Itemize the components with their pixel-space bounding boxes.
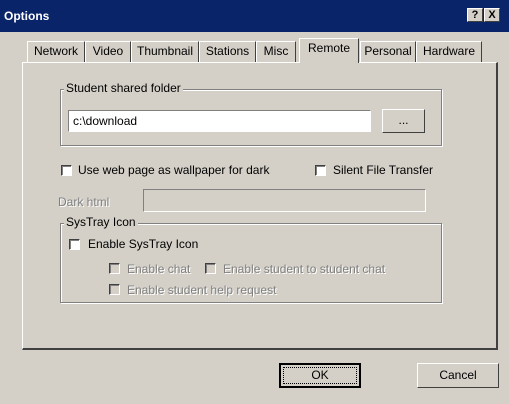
enable-chat-checkbox [109, 263, 120, 274]
dark-html-input [143, 189, 426, 212]
tab-stations[interactable]: Stations [199, 41, 256, 62]
dark-html-label: Dark html [58, 195, 110, 209]
enable-systray-label: Enable SysTray Icon [88, 237, 199, 251]
help-button[interactable]: ? [467, 8, 483, 22]
window-title: Options [4, 9, 50, 23]
wallpaper-label: Use web page as wallpaper for dark [78, 163, 270, 177]
shared-folder-label: Student shared folder [64, 81, 183, 95]
tab-misc[interactable]: Misc [256, 41, 296, 62]
enable-help-checkbox [109, 284, 120, 295]
tab-video[interactable]: Video [85, 41, 131, 62]
systray-label: SysTray Icon [64, 215, 138, 229]
enable-chat-label: Enable chat [127, 262, 191, 276]
browse-button[interactable]: ... [382, 109, 425, 133]
tab-thumbnail[interactable]: Thumbnail [131, 41, 199, 62]
tab-remote[interactable]: Remote [299, 38, 359, 63]
enable-help-label: Enable student help request [127, 283, 277, 297]
ok-button[interactable]: OK [279, 363, 361, 388]
wallpaper-checkbox[interactable] [61, 165, 72, 176]
close-button[interactable]: X [484, 8, 500, 22]
tab-network[interactable]: Network [27, 41, 85, 62]
title-bar: Options ? X [0, 0, 509, 32]
enable-s2s-chat-checkbox [205, 263, 216, 274]
enable-s2s-chat-label: Enable student to student chat [223, 262, 386, 276]
tab-personal[interactable]: Personal [360, 41, 416, 62]
silent-transfer-label: Silent File Transfer [333, 163, 434, 177]
cancel-button[interactable]: Cancel [417, 363, 499, 388]
silent-transfer-checkbox[interactable] [315, 165, 326, 176]
enable-systray-checkbox[interactable] [69, 239, 80, 250]
shared-folder-path-input[interactable]: c:\download [68, 110, 371, 132]
tab-hardware[interactable]: Hardware [416, 41, 482, 62]
